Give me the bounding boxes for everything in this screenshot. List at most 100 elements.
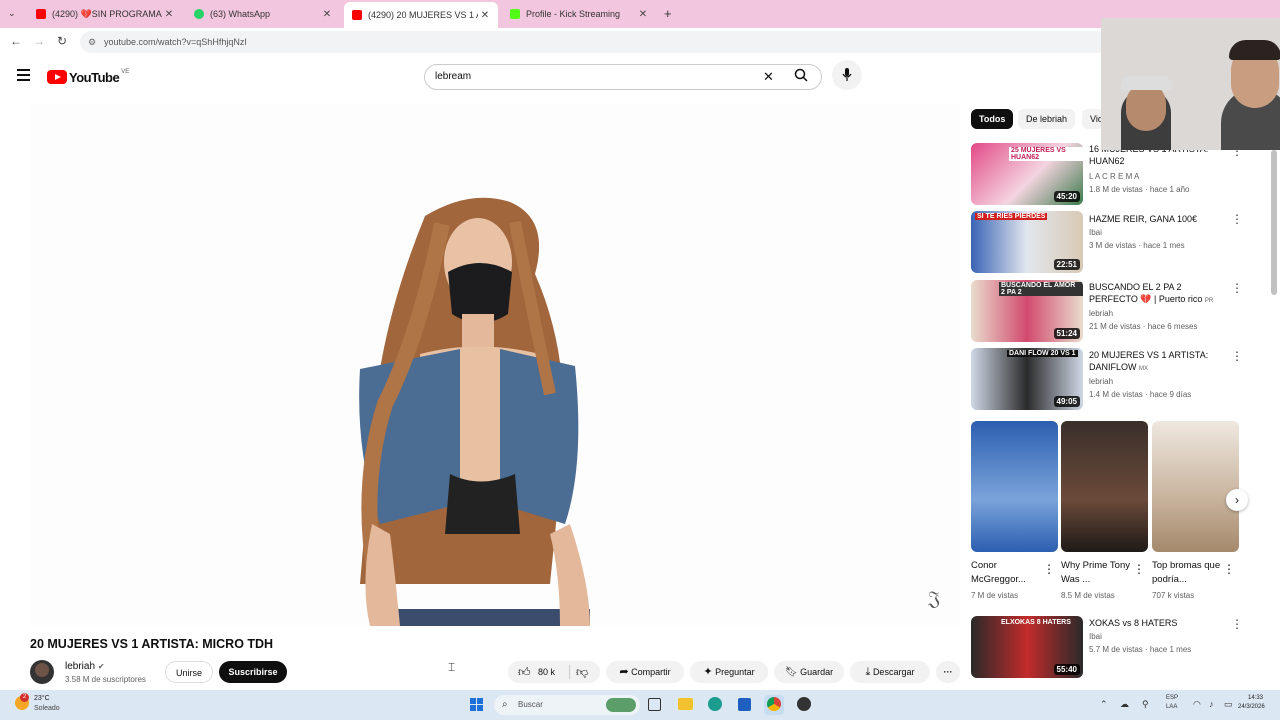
short-title[interactable]: Top bromas que podría...: [1152, 559, 1224, 587]
taskbar-search[interactable]: ⌕ Buscar: [494, 695, 640, 715]
short-thumbnail[interactable]: [971, 421, 1058, 552]
more-options-icon[interactable]: ⋮: [1133, 562, 1145, 576]
clear-search-icon[interactable]: ✕: [763, 69, 774, 85]
video-thumbnail[interactable]: DANI FLOW 20 VS 1 49:05: [971, 348, 1083, 410]
video-channel[interactable]: L A C R E M A: [1089, 172, 1139, 181]
menu-icon[interactable]: [17, 69, 30, 81]
video-thumbnail[interactable]: ELXOKAS 8 HATERS 55:40: [971, 616, 1083, 678]
forward-icon[interactable]: →: [33, 34, 45, 48]
download-label: Descargar: [872, 667, 915, 677]
new-tab-button[interactable]: +: [664, 6, 672, 21]
tab-title: (63) WhatsApp: [210, 9, 271, 19]
more-options-icon[interactable]: ⋮: [1231, 350, 1243, 362]
search-icon[interactable]: [794, 68, 808, 82]
whatsapp-favicon-icon: [194, 9, 204, 19]
video-channel[interactable]: lebriah: [1089, 309, 1113, 318]
windows-start-icon[interactable]: [470, 698, 484, 712]
video-title[interactable]: 20 MUJERES VS 1 ARTISTA: DANIFLOW MX: [1089, 349, 1229, 375]
chip-all[interactable]: Todos: [971, 109, 1014, 129]
page-scrollbar[interactable]: [1271, 150, 1277, 295]
address-bar[interactable]: ⚙ youtube.com/watch?v=qShHfhjqNzI: [80, 31, 1110, 53]
network-icon[interactable]: ⚲: [1142, 699, 1149, 710]
video-meta: 3 M de vistas · hace 1 mes: [1089, 241, 1185, 250]
channel-name-row[interactable]: lebriah ✔: [65, 661, 105, 672]
app-icon[interactable]: [797, 697, 811, 711]
cloud-icon[interactable]: ☁: [1120, 699, 1129, 710]
close-tab-icon[interactable]: ✕: [320, 9, 334, 20]
youtube-logo[interactable]: YouTube VE: [47, 69, 129, 85]
share-button[interactable]: ➦ Compartir: [606, 661, 684, 683]
video-thumbnail[interactable]: 25 MUJERES VS HUAN62 45:20: [971, 143, 1083, 205]
close-tab-icon[interactable]: ✕: [478, 10, 492, 21]
youtube-header: YouTube VE lebream ✕: [0, 56, 1280, 100]
video-title[interactable]: HAZME REIR, GANA 100€: [1089, 213, 1229, 225]
more-options-icon[interactable]: ⋮: [1223, 562, 1235, 576]
more-actions-button[interactable]: ···: [936, 661, 960, 683]
weather-temp[interactable]: 23°C: [34, 695, 50, 702]
more-options-icon[interactable]: ⋮: [1231, 213, 1243, 225]
short-thumbnail[interactable]: [1152, 421, 1239, 552]
video-title[interactable]: XOKAS vs 8 HATERS: [1089, 617, 1229, 629]
back-icon[interactable]: ←: [10, 34, 22, 48]
browser-tab[interactable]: (4290) 💔SIN PROGRAMAS💔 ✕: [28, 4, 182, 24]
task-view-icon[interactable]: [648, 698, 661, 711]
channel-name[interactable]: lebriah: [65, 661, 95, 672]
related-video[interactable]: 25 MUJERES VS HUAN62 45:20 16 MUJERES VS…: [971, 143, 1251, 205]
tab-title: Profile - Kick Streaming: [526, 9, 621, 19]
save-button[interactable]: 🔖︎ Guardar: [774, 661, 844, 683]
related-video[interactable]: DANI FLOW 20 VS 1 49:05 20 MUJERES VS 1 …: [971, 348, 1251, 410]
browser-toolbar: ← → ↻ ⚙ youtube.com/watch?v=qShHfhjqNzI: [0, 28, 1280, 56]
save-label: Guardar: [800, 667, 834, 677]
more-options-icon[interactable]: ⋮: [1231, 618, 1243, 630]
subscribe-button[interactable]: Suscribirse: [219, 661, 287, 683]
browser-tab-active[interactable]: (4290) 20 MUJERES VS 1 AI ✕: [344, 2, 498, 28]
related-video[interactable]: SI TE RIES PIERDES 22:51 HAZME REIR, GAN…: [971, 211, 1251, 273]
tab-list-chevron-icon[interactable]: ⌄: [8, 8, 16, 19]
ask-button[interactable]: ✦ Preguntar: [690, 661, 768, 683]
video-channel[interactable]: Ibai: [1089, 228, 1102, 237]
file-explorer-icon[interactable]: [678, 698, 693, 710]
shorts-next-icon[interactable]: ›: [1226, 489, 1248, 511]
short-title[interactable]: Conor McGreggor...: [971, 559, 1043, 587]
short-thumbnail[interactable]: [1061, 421, 1148, 552]
video-player[interactable]: 𝔍: [30, 104, 960, 626]
join-button[interactable]: Unirse: [165, 661, 213, 683]
short-views: 8.5 M de vistas: [1061, 591, 1115, 600]
voice-search-button[interactable]: [832, 60, 862, 90]
video-title[interactable]: BUSCANDO EL 2 PA 2 PERFECTO 💔 | Puerto r…: [1089, 281, 1229, 307]
browser-tab[interactable]: Profile - Kick Streaming ✕: [502, 4, 656, 24]
wifi-icon[interactable]: ◠: [1193, 699, 1201, 710]
search-icon: ⌕: [502, 699, 508, 710]
reload-icon[interactable]: ↻: [57, 34, 67, 48]
tray-chevron-icon[interactable]: ⌃: [1100, 699, 1108, 710]
short-title[interactable]: Why Prime Tony Was ...: [1061, 559, 1133, 587]
store-icon[interactable]: [738, 698, 751, 711]
volume-icon[interactable]: ♪: [1209, 699, 1214, 709]
chrome-icon[interactable]: [767, 697, 781, 711]
taskbar-search-placeholder: Buscar: [518, 700, 543, 709]
video-channel[interactable]: Ibai: [1089, 632, 1102, 641]
related-video[interactable]: BUSCANDO EL AMOR 2 PA 2 51:24 BUSCANDO E…: [971, 280, 1251, 342]
related-video[interactable]: ELXOKAS 8 HATERS 55:40 XOKAS vs 8 HATERS…: [971, 616, 1251, 678]
like-icon[interactable]: 👍︎: [518, 661, 531, 683]
video-thumbnail[interactable]: BUSCANDO EL AMOR 2 PA 2 51:24: [971, 280, 1083, 342]
download-button[interactable]: ⤓ Descargar: [850, 661, 930, 683]
like-count[interactable]: 80 k: [538, 661, 555, 683]
more-options-icon[interactable]: ⋮: [1043, 562, 1055, 576]
site-info-icon[interactable]: ⚙: [88, 31, 96, 53]
video-meta: 1.8 M de vistas · hace 1 año: [1089, 185, 1190, 194]
more-options-icon[interactable]: ⋮: [1231, 282, 1243, 294]
video-channel[interactable]: lebriah: [1089, 377, 1113, 386]
browser-tab[interactable]: (63) WhatsApp ✕: [186, 4, 340, 24]
dislike-icon[interactable]: 👎︎: [576, 661, 588, 683]
chip-from-channel[interactable]: De lebriah: [1018, 109, 1076, 129]
video-thumbnail[interactable]: SI TE RIES PIERDES 22:51: [971, 211, 1083, 273]
verified-icon: ✔: [97, 662, 105, 671]
close-tab-icon[interactable]: ✕: [162, 9, 176, 20]
close-tab-icon[interactable]: ✕: [636, 9, 650, 20]
edge-browser-icon[interactable]: [708, 697, 722, 711]
channel-avatar[interactable]: [30, 660, 54, 684]
clock-time[interactable]: 14:33: [1248, 695, 1263, 701]
language-indicator[interactable]: ESP: [1166, 695, 1178, 701]
battery-icon[interactable]: ▭: [1224, 699, 1233, 710]
